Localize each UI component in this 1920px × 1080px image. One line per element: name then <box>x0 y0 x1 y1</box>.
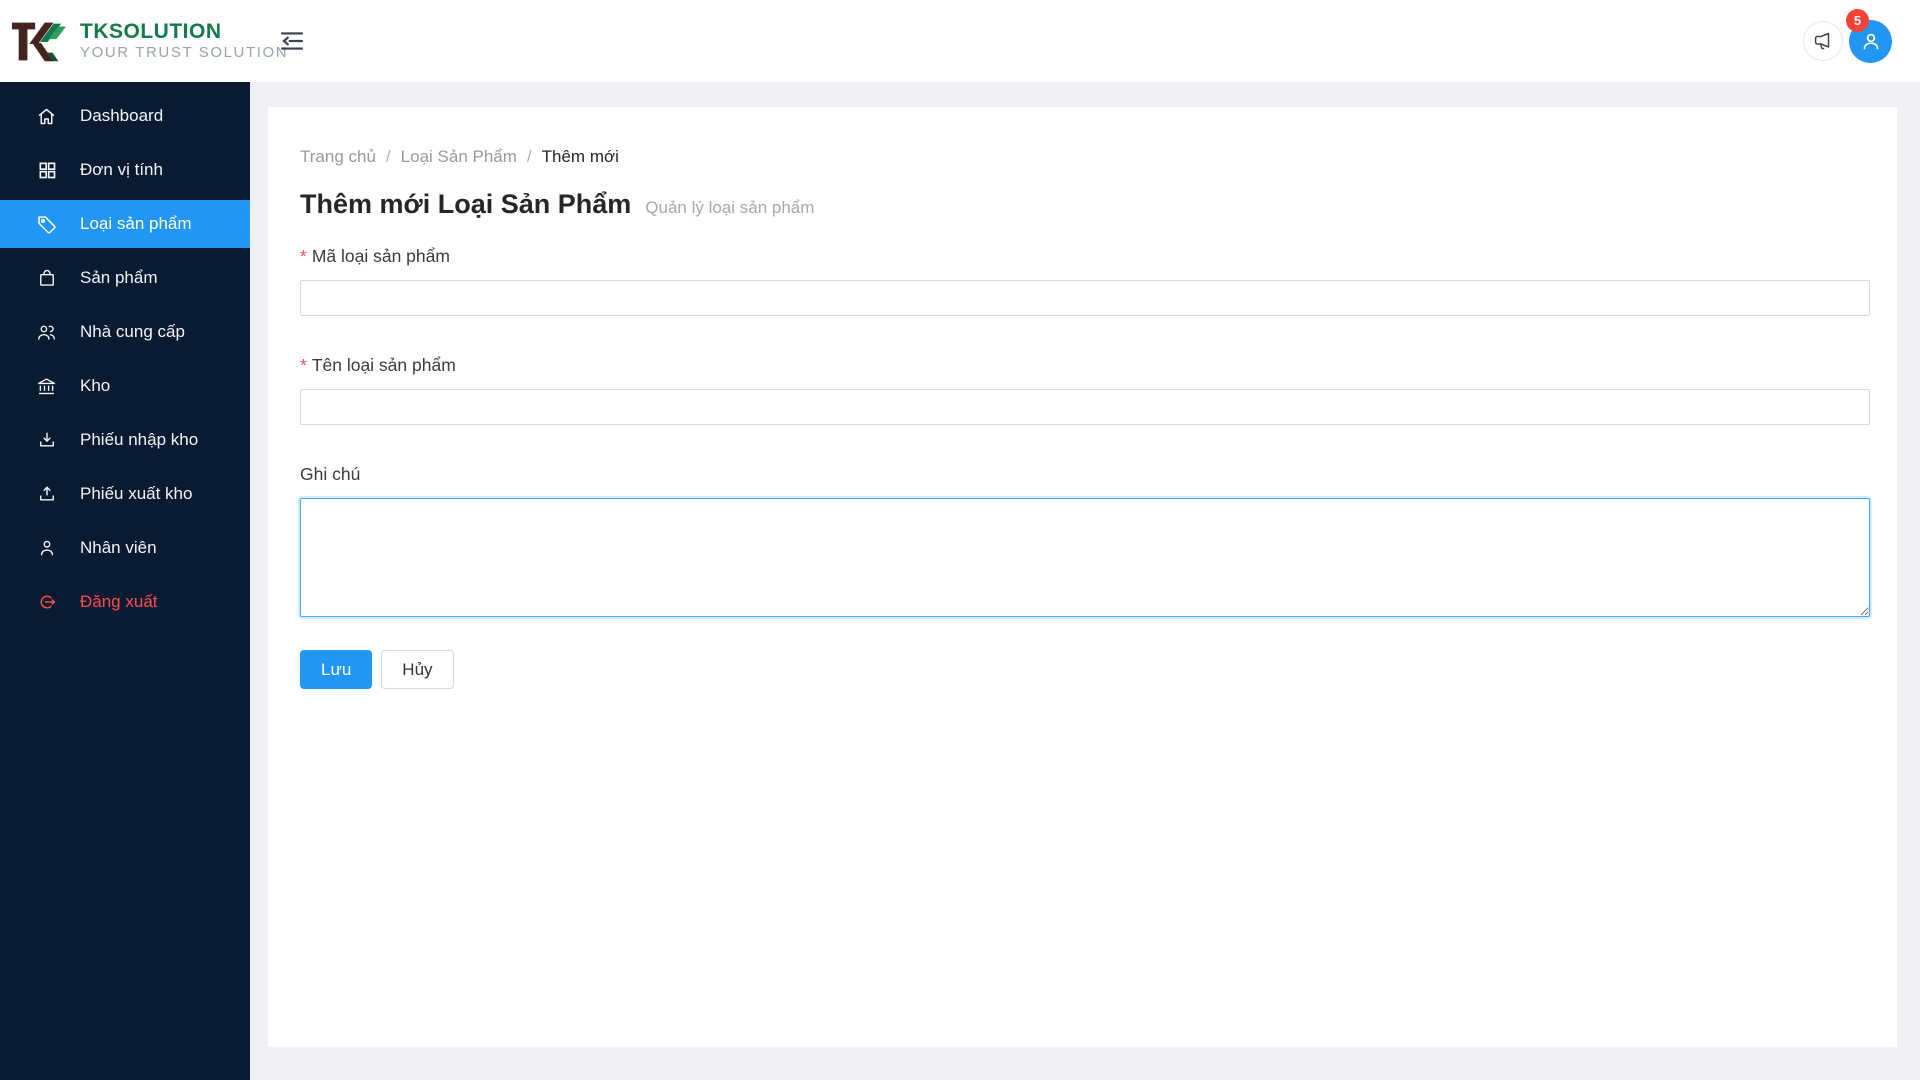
sidebar-item-label: Nhà cung cấp <box>80 322 185 341</box>
sidebar-item-nhan-vien[interactable]: Nhân viên <box>0 524 250 572</box>
ghi-chu-textarea[interactable] <box>300 498 1870 617</box>
sidebar-item-label: Đăng xuất <box>80 592 158 611</box>
field-label-text: Tên loại sản phẩm <box>311 355 456 375</box>
breadcrumb-separator: / <box>385 147 391 166</box>
field-label-ten-loai: * Tên loại sản phẩm <box>300 355 1870 376</box>
grid-icon <box>36 160 57 181</box>
sidebar-item-dang-xuat[interactable]: Đăng xuất <box>0 578 250 626</box>
user-icon <box>36 538 57 559</box>
sidebar-item-label: Nhân viên <box>80 538 157 557</box>
breadcrumb: Trang chủ / Loại Sản Phẩm / Thêm mới <box>300 147 1870 167</box>
cancel-button[interactable]: Hủy <box>381 650 454 689</box>
top-header: TKSOLUTION YOUR TRUST SOLUTION 5 <box>0 0 1920 82</box>
bag-icon <box>36 268 57 289</box>
field-label-ghi-chu: Ghi chú <box>300 464 1870 485</box>
sidebar-item-label: Loại sản phẩm <box>80 214 192 233</box>
required-marker: * <box>300 246 307 266</box>
avatar-user-icon <box>1863 33 1878 50</box>
sidebar-item-label: Đơn vị tính <box>80 160 163 179</box>
sidebar-item-kho[interactable]: Kho <box>0 362 250 410</box>
content-card: Trang chủ / Loại Sản Phẩm / Thêm mới Thê… <box>268 107 1897 1047</box>
page-header: Thêm mới Loại Sản Phẩm Quản lý loại sản … <box>300 189 1870 220</box>
sidebar-nav: Dashboard Đơn vị tính Loại sản phẩm Sản … <box>0 82 250 1080</box>
home-icon <box>36 106 57 127</box>
brand-logo[interactable]: TKSOLUTION YOUR TRUST SOLUTION <box>0 15 287 67</box>
megaphone-icon <box>1814 32 1830 50</box>
sidebar-item-san-pham[interactable]: Sản phẩm <box>0 254 250 302</box>
upload-icon <box>36 484 57 505</box>
menu-fold-icon <box>281 32 303 50</box>
save-button[interactable]: Lưu <box>300 650 373 689</box>
download-icon <box>36 430 57 451</box>
field-label-ma-loai: * Mã loại sản phẩm <box>300 246 1870 267</box>
breadcrumb-home[interactable]: Trang chủ <box>300 147 376 167</box>
header-actions: 5 <box>1803 8 1920 63</box>
form-actions: Lưu Hủy <box>300 650 1870 689</box>
ten-loai-san-pham-input[interactable] <box>300 389 1870 425</box>
category-form: * Mã loại sản phẩm * Tên loại sản phẩm Ghi… <box>300 246 1870 689</box>
sidebar-item-label: Sản phẩm <box>80 268 158 287</box>
sidebar-item-loai-san-pham[interactable]: Loại sản phẩm <box>0 200 250 248</box>
sidebar-item-phieu-xuat-kho[interactable]: Phiếu xuất kho <box>0 470 250 518</box>
sidebar-collapse-button[interactable] <box>275 24 309 58</box>
sidebar-item-nha-cung-cap[interactable]: Nhà cung cấp <box>0 308 250 356</box>
breadcrumb-separator: / <box>526 147 532 166</box>
sidebar-item-label: Phiếu xuất kho <box>80 484 193 503</box>
logout-icon <box>36 592 57 613</box>
main-content: Trang chủ / Loại Sản Phẩm / Thêm mới Thê… <box>250 82 1920 1080</box>
page-title: Thêm mới Loại Sản Phẩm <box>300 189 632 219</box>
notification-badge: 5 <box>1846 8 1869 32</box>
breadcrumb-loai-san-pham[interactable]: Loại Sản Phẩm <box>401 147 517 167</box>
sidebar-item-dashboard[interactable]: Dashboard <box>0 92 250 140</box>
sidebar-item-label: Phiếu nhập kho <box>80 430 199 449</box>
bank-icon <box>36 376 57 397</box>
tk-logo-icon <box>11 22 67 62</box>
sidebar-item-label: Kho <box>80 376 111 395</box>
team-icon <box>36 322 57 343</box>
page-subtitle: Quản lý loại sản phẩm <box>645 198 815 217</box>
field-label-text: Mã loại sản phẩm <box>311 246 450 266</box>
brand-name: TKSOLUTION <box>80 20 222 44</box>
tag-icon <box>36 214 57 235</box>
sidebar-item-phieu-nhap-kho[interactable]: Phiếu nhập kho <box>0 416 250 464</box>
required-marker: * <box>300 355 307 375</box>
brand-tagline: YOUR TRUST SOLUTION <box>80 44 289 62</box>
field-label-text: Ghi chú <box>300 464 361 484</box>
breadcrumb-current: Thêm mới <box>541 147 619 166</box>
announcement-button[interactable] <box>1803 21 1843 61</box>
ma-loai-san-pham-input[interactable] <box>300 280 1870 316</box>
sidebar-item-label: Dashboard <box>80 106 164 125</box>
brand-text: TKSOLUTION YOUR TRUST SOLUTION <box>80 21 288 61</box>
sidebar-item-don-vi-tinh[interactable]: Đơn vị tính <box>0 146 250 194</box>
